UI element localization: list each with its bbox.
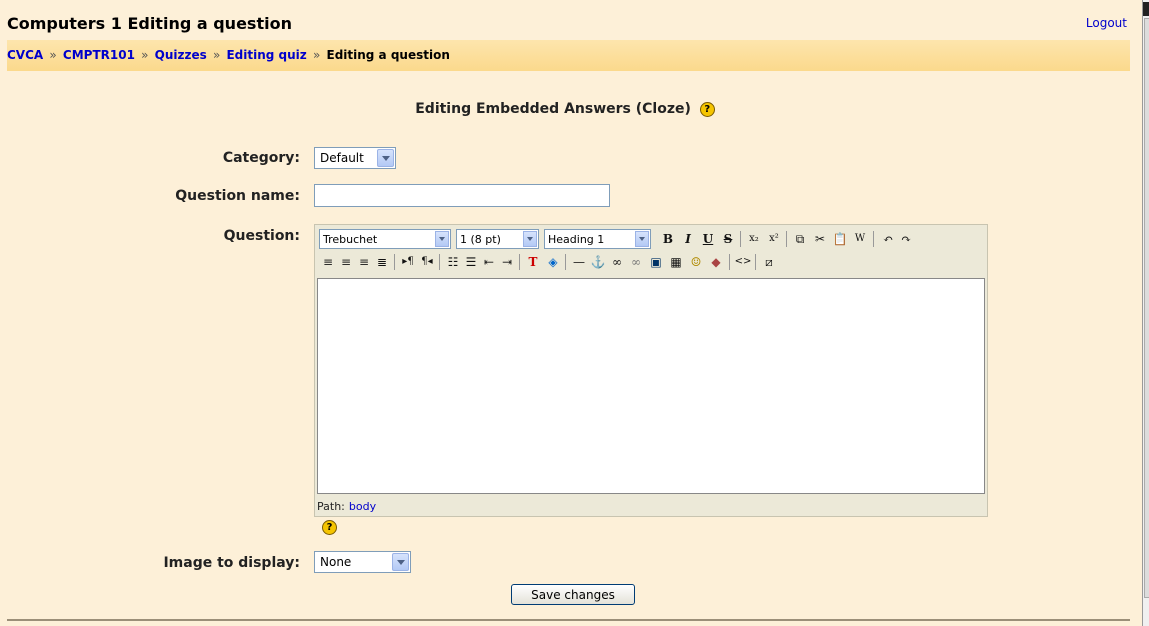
breadcrumb-separator: » <box>212 48 221 62</box>
rtl-icon[interactable]: ¶◂ <box>418 253 436 271</box>
help-icon[interactable]: ? <box>322 520 337 535</box>
format-select[interactable]: Heading 1 <box>544 229 651 249</box>
strikethrough-icon[interactable]: S <box>719 230 737 248</box>
path-body-link[interactable]: body <box>349 500 376 513</box>
toolbar-divider <box>786 231 787 247</box>
bold-icon[interactable]: B <box>659 230 677 248</box>
redo-icon[interactable]: ↷ <box>897 230 915 248</box>
indent-icon[interactable]: ⇥ <box>498 253 516 271</box>
form-heading-text: Editing Embedded Answers (Cloze) <box>415 101 691 117</box>
toolbar-divider <box>729 254 730 270</box>
outdent-icon[interactable]: ⇤ <box>480 253 498 271</box>
question-name-input[interactable] <box>314 184 610 207</box>
chevron-down-icon[interactable] <box>635 231 649 247</box>
toolbar-divider <box>755 254 756 270</box>
category-select[interactable]: Default <box>314 147 396 169</box>
toolbar-divider <box>394 254 395 270</box>
breadcrumb-item[interactable]: Editing quiz <box>226 48 306 62</box>
italic-icon[interactable]: I <box>679 230 697 248</box>
paste-word-icon[interactable]: W <box>851 230 869 248</box>
breadcrumb-item[interactable]: CMPTR101 <box>63 48 135 62</box>
form-heading: Editing Embedded Answers (Cloze) ? <box>0 101 1130 117</box>
image-icon[interactable]: ▣ <box>647 253 665 271</box>
breadcrumb-separator: » <box>312 48 321 62</box>
unordered-list-icon[interactable]: ☰ <box>462 253 480 271</box>
breadcrumb-item[interactable]: CVCA <box>7 48 43 62</box>
cut-icon[interactable]: ✂ <box>811 230 829 248</box>
table-icon[interactable]: ▦ <box>667 253 685 271</box>
align-left-icon[interactable]: ≡ <box>319 253 337 271</box>
question-name-label: Question name: <box>175 188 300 204</box>
undo-icon[interactable]: ↶ <box>879 230 897 248</box>
chevron-down-icon[interactable] <box>435 231 449 247</box>
font-select-value: Trebuchet <box>323 233 378 246</box>
smiley-icon[interactable]: ☺ <box>687 253 705 271</box>
image-select-value: None <box>320 555 352 569</box>
logout-link[interactable]: Logout <box>1086 16 1127 30</box>
category-select-value: Default <box>320 151 364 165</box>
text-color-icon[interactable]: T <box>524 253 542 271</box>
align-center-icon[interactable]: ≡ <box>337 253 355 271</box>
paste-icon[interactable]: 📋 <box>831 230 849 248</box>
breadcrumb-separator: » <box>141 48 149 62</box>
fullscreen-icon[interactable]: ⧄ <box>760 253 778 271</box>
image-label: Image to display: <box>163 555 300 571</box>
path-label: Path: <box>317 500 345 513</box>
breadcrumb-separator: » <box>49 48 57 62</box>
html-editor: Trebuchet 1 (8 pt) Heading 1 B I U S x₂ … <box>314 224 988 517</box>
ordered-list-icon[interactable]: ☷ <box>444 253 462 271</box>
subscript-icon[interactable]: x₂ <box>745 230 763 248</box>
html-source-icon[interactable]: <> <box>734 253 752 271</box>
font-select[interactable]: Trebuchet <box>319 229 451 249</box>
size-select-value: 1 (8 pt) <box>460 233 501 246</box>
breadcrumb: CVCA » CMPTR101 » Quizzes » Editing quiz… <box>7 40 1130 71</box>
help-icon[interactable]: ? <box>699 101 715 117</box>
question-label: Question: <box>223 228 300 244</box>
question-text-area[interactable] <box>317 278 985 494</box>
vertical-scrollbar[interactable] <box>1142 0 1149 626</box>
chevron-down-icon[interactable] <box>523 231 537 247</box>
justify-icon[interactable]: ≣ <box>373 253 391 271</box>
toolbar-divider <box>740 231 741 247</box>
category-label: Category: <box>222 150 300 166</box>
link-icon[interactable]: ∞ <box>608 253 626 271</box>
image-select[interactable]: None <box>314 551 411 573</box>
ltr-icon[interactable]: ▸¶ <box>399 253 417 271</box>
chevron-down-icon[interactable] <box>377 149 394 167</box>
toolbar-divider <box>519 254 520 270</box>
copy-icon[interactable]: ⧉ <box>791 230 809 248</box>
scroll-thumb[interactable] <box>1144 18 1149 598</box>
size-select[interactable]: 1 (8 pt) <box>456 229 539 249</box>
editor-path-bar: Path: body <box>317 497 985 515</box>
horizontal-rule-icon[interactable]: — <box>570 253 588 271</box>
format-select-value: Heading 1 <box>548 233 605 246</box>
superscript-icon[interactable]: x² <box>765 230 783 248</box>
special-char-icon[interactable]: ◆ <box>707 253 725 271</box>
background-color-icon[interactable]: ◈ <box>544 253 562 271</box>
unlink-icon[interactable]: ∞ <box>627 253 645 271</box>
anchor-icon[interactable]: ⚓ <box>589 253 607 271</box>
chevron-down-icon[interactable] <box>392 553 409 571</box>
toolbar-divider <box>873 231 874 247</box>
page-title: Computers 1 Editing a question <box>7 14 292 33</box>
toolbar-divider <box>565 254 566 270</box>
toolbar-divider <box>439 254 440 270</box>
scroll-up-arrow[interactable] <box>1143 2 1149 16</box>
save-changes-button[interactable]: Save changes <box>511 584 635 605</box>
breadcrumb-item[interactable]: Quizzes <box>155 48 207 62</box>
align-right-icon[interactable]: ≡ <box>355 253 373 271</box>
underline-icon[interactable]: U <box>699 230 717 248</box>
breadcrumb-current: Editing a question <box>326 48 450 62</box>
footer-divider <box>7 619 1130 621</box>
